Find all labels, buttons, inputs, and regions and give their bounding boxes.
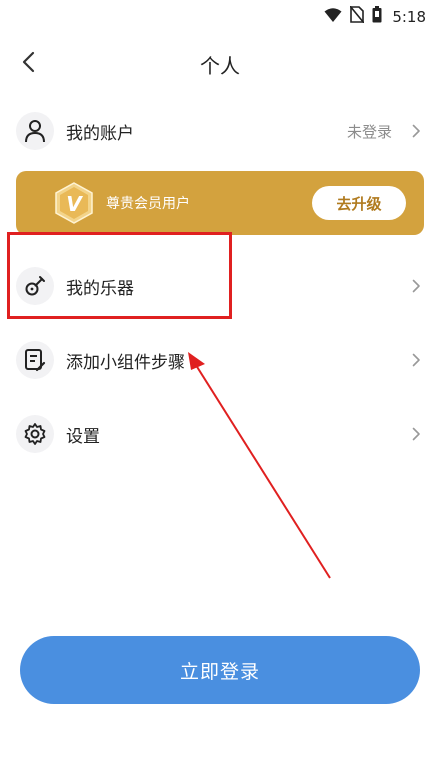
vip-text: 尊贵会员用户 <box>106 196 190 212</box>
status-icons: 5:18 <box>324 5 426 27</box>
upgrade-button[interactable]: 去升级 <box>312 186 406 220</box>
account-status: 未登录 <box>346 122 392 141</box>
login-button[interactable]: 立即登录 <box>20 636 420 704</box>
annotation-highlight-box <box>7 232 232 319</box>
no-sim-icon <box>349 5 365 27</box>
widget-steps-label: 添加小组件步骤 <box>66 352 185 373</box>
vip-banner: V 尊贵会员用户 去升级 <box>16 171 424 235</box>
svg-text:V: V <box>66 192 83 216</box>
vip-badge-icon: V <box>52 181 96 227</box>
page-title: 个人 <box>200 54 240 78</box>
header: 个人 <box>0 40 440 88</box>
status-time: 5:18 <box>392 7 426 26</box>
chevron-right-icon <box>408 426 424 442</box>
chevron-right-icon <box>408 278 424 294</box>
battery-icon <box>372 6 382 27</box>
status-bar: 5:18 <box>0 0 440 30</box>
account-label: 我的账户 <box>66 123 134 144</box>
settings-label: 设置 <box>66 426 100 447</box>
widget-steps-row[interactable]: 添加小组件步骤 <box>16 337 424 383</box>
chevron-right-icon <box>408 352 424 368</box>
note-edit-icon <box>16 341 54 379</box>
wifi-icon <box>324 7 342 27</box>
gear-icon <box>16 415 54 453</box>
account-row[interactable]: 我的账户 未登录 <box>16 108 424 154</box>
chevron-right-icon <box>408 123 424 139</box>
settings-row[interactable]: 设置 <box>16 411 424 457</box>
user-icon <box>16 112 54 150</box>
